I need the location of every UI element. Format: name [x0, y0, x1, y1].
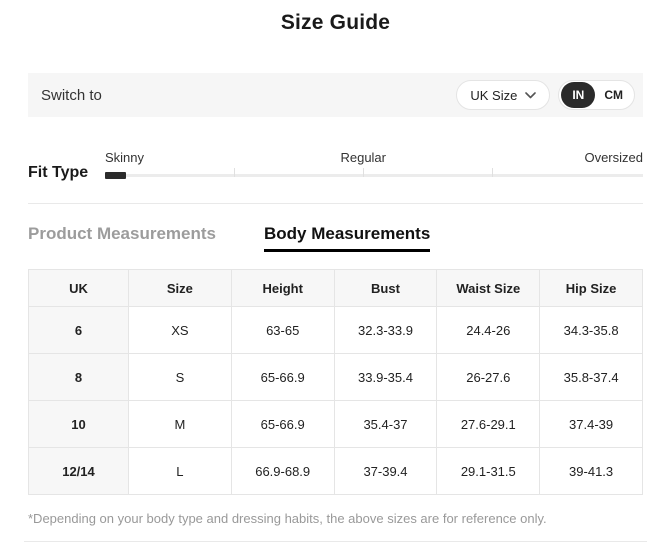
- table-cell: L: [128, 447, 232, 495]
- table-cell: 65-66.9: [230, 400, 335, 448]
- size-table-body: 6 XS 63-65 32.3-33.9 24.4-26 34.3-35.8 8…: [28, 306, 643, 495]
- table-cell: M: [128, 400, 232, 448]
- table-cell: 37.4-39: [539, 400, 643, 448]
- header-uk: UK: [28, 269, 129, 307]
- table-cell: 35.8-37.4: [539, 353, 643, 401]
- page-title: Size Guide: [280, 11, 391, 34]
- table-cell: 63-65: [230, 306, 335, 354]
- fit-type-slider[interactable]: Skinny Regular Oversized: [105, 150, 643, 179]
- switch-bar: Switch to UK Size IN CM: [28, 73, 643, 117]
- fit-type-options: Skinny Regular Oversized: [105, 150, 643, 166]
- fit-type-section: Fit Type Skinny Regular Oversized: [28, 150, 643, 182]
- table-cell: XS: [128, 306, 232, 354]
- header-bust: Bust: [333, 269, 438, 307]
- table-cell: 8: [28, 353, 129, 401]
- slider-tick: [234, 168, 236, 177]
- measurement-tabs: Product Measurements Body Measurements: [28, 224, 643, 252]
- footnote: *Depending on your body type and dressin…: [28, 511, 547, 526]
- fit-type-label: Fit Type: [28, 164, 89, 181]
- unit-option-cm[interactable]: CM: [595, 82, 632, 108]
- size-table-header: UK Size Height Bust Waist Size Hip Size: [28, 269, 643, 307]
- table-row: 8 S 65-66.9 33.9-35.4 26-27.6 35.8-37.4: [28, 353, 643, 401]
- switch-to-label: Switch to: [41, 86, 102, 104]
- table-header-row: UK Size Height Bust Waist Size Hip Size: [28, 269, 643, 307]
- slider-tick: [492, 168, 494, 177]
- header-size: Size: [128, 269, 232, 307]
- slider-track[interactable]: [105, 168, 643, 179]
- fit-option-skinny[interactable]: Skinny: [105, 150, 144, 166]
- table-cell: 66.9-68.9: [230, 447, 335, 495]
- unit-toggle[interactable]: IN CM: [558, 80, 635, 110]
- header-waist-size: Waist Size: [436, 269, 541, 307]
- tab-product-measurements[interactable]: Product Measurements: [28, 224, 216, 244]
- table-cell: 39-41.3: [539, 447, 643, 495]
- table-cell: 34.3-35.8: [539, 306, 643, 354]
- table-cell: 29.1-31.5: [436, 447, 541, 495]
- fit-option-oversized[interactable]: Oversized: [584, 150, 643, 166]
- region-select-dropdown[interactable]: UK Size: [456, 80, 551, 110]
- header-hip-size: Hip Size: [539, 269, 643, 307]
- table-cell: 24.4-26: [436, 306, 541, 354]
- size-guide-page: Size Guide Switch to UK Size IN CM Fit T…: [0, 0, 671, 543]
- table-cell: 12/14: [28, 447, 129, 495]
- table-cell: S: [128, 353, 232, 401]
- table-cell: 10: [28, 400, 129, 448]
- slider-handle[interactable]: [105, 172, 126, 179]
- table-row: 6 XS 63-65 32.3-33.9 24.4-26 34.3-35.8: [28, 306, 643, 354]
- table-cell: 37-39.4: [333, 447, 438, 495]
- fit-option-regular[interactable]: Regular: [340, 150, 386, 165]
- size-table: UK Size Height Bust Waist Size Hip Size …: [28, 269, 643, 495]
- table-cell: 65-66.9: [230, 353, 335, 401]
- table-cell: 35.4-37: [333, 400, 438, 448]
- bottom-divider: [24, 541, 647, 542]
- tab-body-measurements[interactable]: Body Measurements: [264, 224, 431, 252]
- table-cell: 33.9-35.4: [333, 353, 438, 401]
- table-cell: 32.3-33.9: [333, 306, 438, 354]
- table-row: 12/14 L 66.9-68.9 37-39.4 29.1-31.5 39-4…: [28, 447, 643, 495]
- header-height: Height: [230, 269, 335, 307]
- slider-tick: [363, 168, 365, 177]
- table-cell: 6: [28, 306, 129, 354]
- switch-controls: UK Size IN CM: [456, 80, 635, 110]
- table-cell: 26-27.6: [436, 353, 541, 401]
- section-divider: [28, 203, 643, 204]
- table-cell: 27.6-29.1: [436, 400, 541, 448]
- chevron-down-icon: [525, 91, 537, 99]
- unit-option-in[interactable]: IN: [561, 82, 596, 108]
- region-select-value: UK Size: [470, 87, 518, 103]
- table-row: 10 M 65-66.9 35.4-37 27.6-29.1 37.4-39: [28, 400, 643, 448]
